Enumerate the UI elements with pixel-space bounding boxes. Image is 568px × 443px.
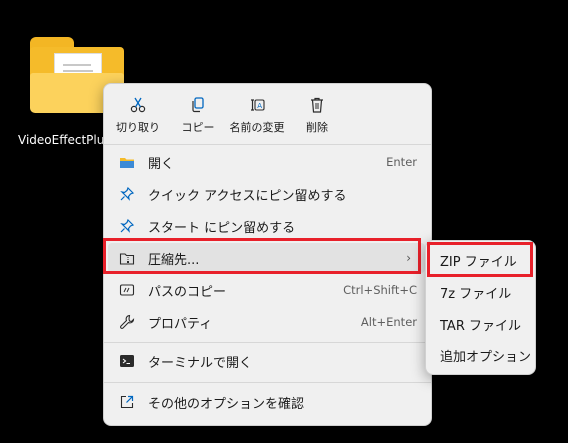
compress-submenu: ZIP ファイル 7z ファイル TAR ファイル 追加オプション [425, 240, 536, 375]
cut-label: 切り取り [116, 121, 160, 134]
chevron-right-icon: › [406, 251, 411, 265]
menu-item-label: ターミナルで開く [148, 355, 253, 371]
submenu-item-label: TAR ファイル [440, 318, 521, 334]
menu-item-open-terminal[interactable]: ターミナルで開く [108, 346, 425, 376]
pin-icon [120, 186, 135, 201]
menu-item-shortcut: Ctrl+Shift+C [343, 283, 417, 297]
terminal-icon [120, 355, 134, 367]
delete-button[interactable]: 削除 [297, 92, 337, 140]
menu-item-label: 開く [148, 156, 175, 172]
menu-item-label: クイック アクセスにピン留めする [148, 188, 347, 204]
submenu-item-zip[interactable]: ZIP ファイル [430, 245, 531, 275]
menu-item-compress-to[interactable]: 圧縮先... › [108, 243, 425, 273]
more-options-icon [120, 395, 134, 409]
copy-button[interactable]: コピー [176, 92, 220, 140]
cut-button[interactable]: 切り取り [112, 92, 164, 140]
folder-icon [120, 158, 134, 168]
svg-text:A: A [257, 102, 262, 110]
menu-item-label: 圧縮先... [148, 252, 200, 268]
rename-button[interactable]: A 名前の変更 [226, 92, 288, 140]
menu-item-label: その他のオプションを確認 [148, 396, 305, 412]
menu-separator [104, 342, 431, 343]
menu-item-label: スタート にピン留めする [148, 220, 296, 236]
copy-icon [187, 94, 209, 116]
submenu-item-label: 7z ファイル [440, 286, 512, 302]
delete-label: 削除 [306, 121, 328, 134]
menu-item-shortcut: Alt+Enter [360, 315, 417, 329]
menu-item-label: パスのコピー [148, 284, 227, 300]
desktop-folder-label[interactable]: VideoEffectPlug [18, 133, 112, 147]
submenu-item-7z[interactable]: 7z ファイル [430, 277, 531, 307]
pin-icon [120, 218, 135, 233]
menu-item-label: プロパティ [148, 316, 213, 332]
menu-item-properties[interactable]: プロパティ Alt+Enter [108, 307, 425, 337]
menu-separator [104, 144, 431, 145]
submenu-item-more-options[interactable]: 追加オプション [430, 340, 531, 370]
wrench-icon [120, 314, 135, 329]
menu-item-open[interactable]: 開く Enter [108, 147, 425, 177]
delete-icon [306, 94, 328, 116]
menu-item-copy-path[interactable]: パスのコピー Ctrl+Shift+C [108, 275, 425, 305]
context-menu: 切り取り コピー A 名前の変更 削除 開く Enter クイック アクセスにピ… [103, 83, 432, 426]
copy-label: コピー [181, 121, 215, 134]
submenu-item-label: 追加オプション [440, 349, 532, 365]
rename-label: 名前の変更 [229, 121, 285, 134]
submenu-item-tar[interactable]: TAR ファイル [430, 309, 531, 339]
menu-separator [104, 382, 431, 383]
copy-path-icon [119, 284, 135, 296]
zip-folder-icon [119, 253, 135, 265]
menu-item-pin-quick-access[interactable]: クイック アクセスにピン留めする [108, 179, 425, 209]
menu-item-shortcut: Enter [386, 155, 417, 169]
cut-icon [127, 94, 149, 116]
menu-item-pin-start[interactable]: スタート にピン留めする [108, 211, 425, 241]
menu-item-more-options[interactable]: その他のオプションを確認 [108, 387, 425, 417]
rename-icon: A [246, 94, 268, 116]
submenu-item-label: ZIP ファイル [440, 254, 517, 270]
